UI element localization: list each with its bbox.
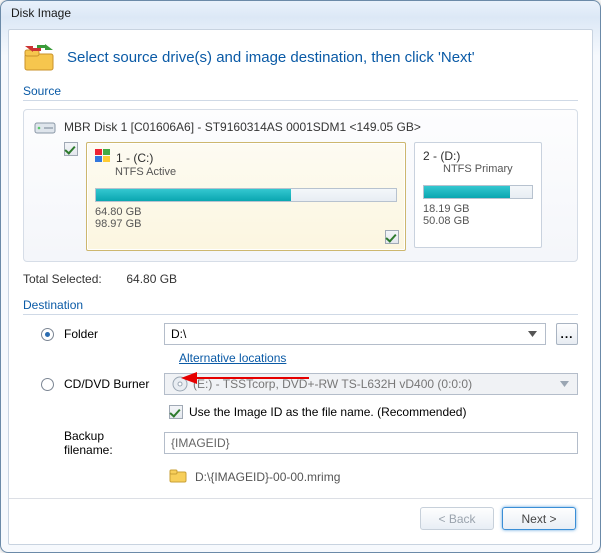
use-imageid-row: Use the Image ID as the file name. (Reco… bbox=[41, 405, 578, 419]
folder-icon bbox=[169, 467, 187, 486]
footer-buttons: < Back Next > bbox=[23, 507, 578, 530]
folder-path-combo[interactable]: D:\ bbox=[164, 323, 546, 345]
disc-icon bbox=[171, 375, 189, 393]
chevron-down-icon[interactable] bbox=[524, 326, 541, 343]
total-selected-value: 64.80 GB bbox=[126, 272, 177, 286]
footer-divider bbox=[9, 498, 592, 499]
folder-path-value: D:\ bbox=[171, 327, 524, 341]
backup-filename-value: {IMAGEID} bbox=[171, 436, 230, 450]
content-pane: Select source drive(s) and image destina… bbox=[8, 29, 593, 545]
partition-c-type: NTFS Active bbox=[115, 166, 397, 178]
app-icon bbox=[23, 40, 57, 74]
backup-filename-row: Backup filename: {IMAGEID} bbox=[41, 429, 578, 457]
disk-title: MBR Disk 1 [C01606A6] - ST9160314AS 0001… bbox=[64, 120, 421, 134]
backup-filename-label: Backup filename: bbox=[64, 429, 154, 457]
partition-c-name: 1 - (C:) bbox=[116, 151, 153, 165]
source-label: Source bbox=[23, 84, 578, 98]
partition-card-d[interactable]: 2 - (D:) NTFS Primary 18.19 GB 50.08 GB bbox=[414, 142, 542, 248]
folder-radio[interactable] bbox=[41, 328, 54, 341]
partitions-row: 1 - (C:) NTFS Active 64.80 GB 98.97 GB bbox=[34, 142, 567, 251]
partition-d-name: 2 - (D:) bbox=[423, 149, 460, 163]
partition-c-sizes: 64.80 GB 98.97 GB bbox=[95, 206, 397, 230]
ellipsis-icon: ... bbox=[560, 327, 573, 341]
partition-c-usage-bar bbox=[95, 188, 397, 202]
source-divider bbox=[23, 100, 578, 101]
folder-row: Folder D:\ ... bbox=[41, 323, 578, 345]
burner-radio[interactable] bbox=[41, 378, 54, 391]
burner-combo[interactable]: (E:) - TSSTcorp, DVD+-RW TS-L632H vD400 … bbox=[164, 373, 578, 395]
partition-c-checkbox[interactable] bbox=[385, 230, 399, 244]
partition-d-usage-fill bbox=[424, 186, 510, 198]
use-imageid-checkbox[interactable] bbox=[169, 405, 183, 419]
windows-flag-icon bbox=[95, 149, 111, 166]
chevron-down-icon bbox=[556, 376, 573, 393]
instruction-text: Select source drive(s) and image destina… bbox=[67, 49, 475, 66]
instruction-row: Select source drive(s) and image destina… bbox=[23, 40, 578, 74]
partition-card-c[interactable]: 1 - (C:) NTFS Active 64.80 GB 98.97 GB bbox=[86, 142, 406, 251]
partition-d-sizes: 18.19 GB 50.08 GB bbox=[423, 203, 533, 227]
disk-drive-icon bbox=[34, 118, 56, 136]
use-imageid-label: Use the Image ID as the file name. (Reco… bbox=[189, 405, 466, 419]
burner-row: CD/DVD Burner (E:) - TSSTcorp, DVD+-RW T… bbox=[41, 373, 578, 395]
window-title: Disk Image bbox=[1, 1, 600, 27]
folder-radio-label: Folder bbox=[64, 327, 154, 341]
backup-filename-input[interactable]: {IMAGEID} bbox=[164, 432, 578, 454]
partition-d-type: NTFS Primary bbox=[443, 163, 533, 175]
disk-header-row: MBR Disk 1 [C01606A6] - ST9160314AS 0001… bbox=[34, 118, 567, 136]
destination-divider bbox=[23, 314, 578, 315]
total-selected-label: Total Selected: bbox=[23, 272, 123, 286]
partition-c-usage-fill bbox=[96, 189, 291, 201]
destination-label: Destination bbox=[23, 298, 578, 312]
burner-value: (E:) - TSSTcorp, DVD+-RW TS-L632H vD400 … bbox=[189, 377, 556, 391]
next-button[interactable]: Next > bbox=[502, 507, 576, 530]
total-selected-row: Total Selected: 64.80 GB bbox=[23, 272, 578, 286]
select-all-disk-checkbox[interactable] bbox=[64, 142, 78, 156]
burner-radio-label: CD/DVD Burner bbox=[64, 377, 154, 391]
result-path-text: D:\{IMAGEID}-00-00.mrimg bbox=[195, 470, 340, 484]
disk-image-window: Disk Image Select source drive(s) and im… bbox=[0, 0, 601, 553]
source-panel: MBR Disk 1 [C01606A6] - ST9160314AS 0001… bbox=[23, 109, 578, 262]
browse-folder-button[interactable]: ... bbox=[556, 323, 578, 345]
result-path-row: D:\{IMAGEID}-00-00.mrimg bbox=[41, 467, 578, 486]
back-button[interactable]: < Back bbox=[420, 507, 494, 530]
destination-section: Destination Folder D:\ ... bbox=[23, 298, 578, 486]
alternative-locations-link[interactable]: Alternative locations bbox=[179, 351, 286, 365]
partition-d-usage-bar bbox=[423, 185, 533, 199]
